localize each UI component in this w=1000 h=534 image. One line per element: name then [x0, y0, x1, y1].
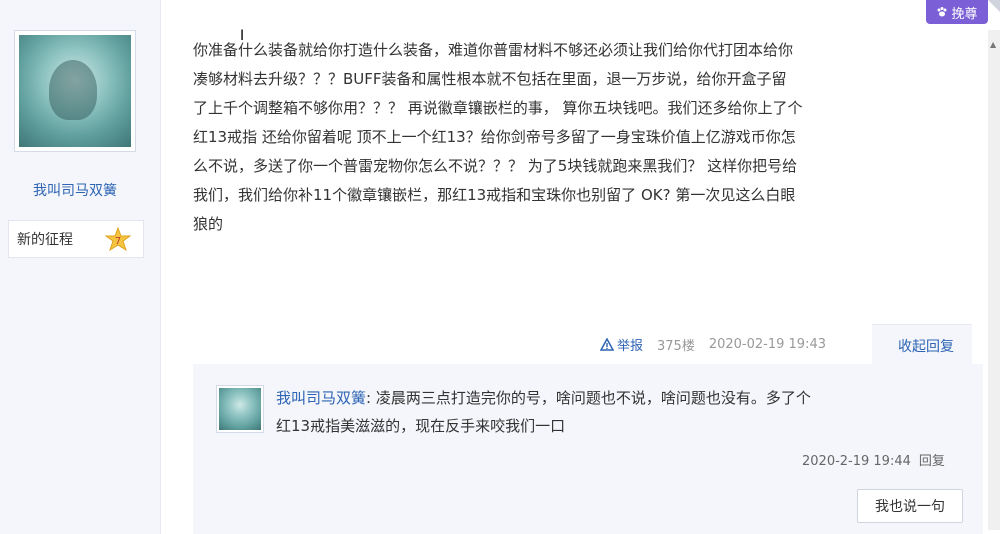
collapse-replies-link[interactable]: 收起回复	[898, 336, 954, 356]
scroll-up-arrow-icon[interactable]: ▲	[990, 40, 998, 49]
reply-avatar-image	[219, 388, 261, 430]
star-badge-icon: 7	[105, 227, 131, 252]
post-line: 了上千个调整箱不够你用？？？ 再说徽章镶嵌栏的事， 算你五块钱吧。我们还多给你上…	[193, 99, 803, 117]
reply-username-link[interactable]: 我叫司马双簧	[276, 389, 366, 407]
user-avatar[interactable]	[14, 30, 136, 152]
reply-avatar[interactable]	[216, 385, 264, 433]
reply-content: 我叫司马双簧: 凌晨两三点打造完你的号，啥问题也不说，啥问题也没有。多了个 红1…	[276, 384, 966, 440]
support-button[interactable]: 挽尊	[926, 0, 988, 24]
badge-level: 7	[115, 236, 121, 247]
corner-triangle-icon	[988, 0, 1000, 12]
warning-icon	[600, 337, 614, 351]
post-line: 我们，我们给你补11个徽章镶嵌栏，那红13戒指和宝珠你也别留了 OK? 第一次见…	[193, 186, 796, 204]
report-label: 举报	[617, 338, 644, 354]
reply-text-line1: 凌晨两三点打造完你的号，啥问题也不说，啥问题也没有。多了个	[375, 389, 811, 407]
post-line: 么不说，多送了你一个普雷宠物你怎么不说？？？ 为了5块钱就跑来黑我们？ 这样你把…	[193, 157, 798, 175]
post-content: 你准备什么装备就给你打造什么装备，难道你普雷材料不够还必须让我们给你代打团本给你…	[193, 36, 983, 239]
reply-time: 2020-2-19 19:44	[802, 454, 911, 469]
avatar-image	[19, 35, 131, 147]
reply-text-line2: 红13戒指美滋滋的，现在反手来咬我们一口	[276, 417, 566, 435]
post-time: 2020-02-19 19:43	[708, 336, 826, 352]
report-link[interactable]: 举报	[600, 335, 643, 354]
scrollbar[interactable]	[988, 30, 1000, 530]
username-link[interactable]: 我叫司马双簧	[0, 180, 150, 200]
add-reply-button[interactable]: 我也说一句	[857, 489, 963, 523]
post-line: 狼的	[193, 215, 224, 233]
reply-link[interactable]: 回复	[919, 454, 945, 469]
post-line: 你准备什么装备就给你打造什么装备，难道你普雷材料不够还必须让我们给你代打团本给你	[193, 41, 794, 59]
paw-icon	[937, 7, 947, 17]
post-line: 红13戒指 还给你留着呢 顶不上一个红13？给你剑帝号多留了一身宝珠价值上亿游戏…	[193, 128, 796, 146]
user-badge[interactable]: 新的征程 7	[8, 220, 144, 258]
reply-separator: :	[366, 389, 376, 407]
reply-meta: 2020-2-19 19:44 回复	[802, 450, 945, 469]
floor-number: 375楼	[657, 338, 695, 354]
post-line: 凑够材料去升级？？？BUFF装备和属性根本就不包括在里面，退一万步说，给你开盒子…	[193, 70, 787, 88]
support-label: 挽尊	[951, 6, 978, 22]
badge-label: 新的征程	[17, 232, 73, 248]
